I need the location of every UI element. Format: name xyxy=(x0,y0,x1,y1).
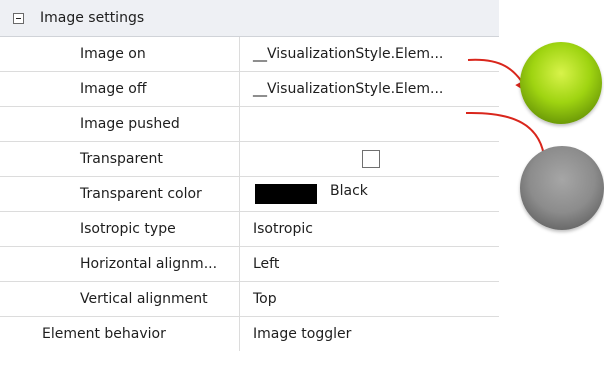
image-on-lamp-icon xyxy=(520,42,602,124)
annotation-arrows xyxy=(465,58,553,172)
arrow-image-on xyxy=(467,58,530,94)
image-off-lamp-icon xyxy=(520,146,604,230)
